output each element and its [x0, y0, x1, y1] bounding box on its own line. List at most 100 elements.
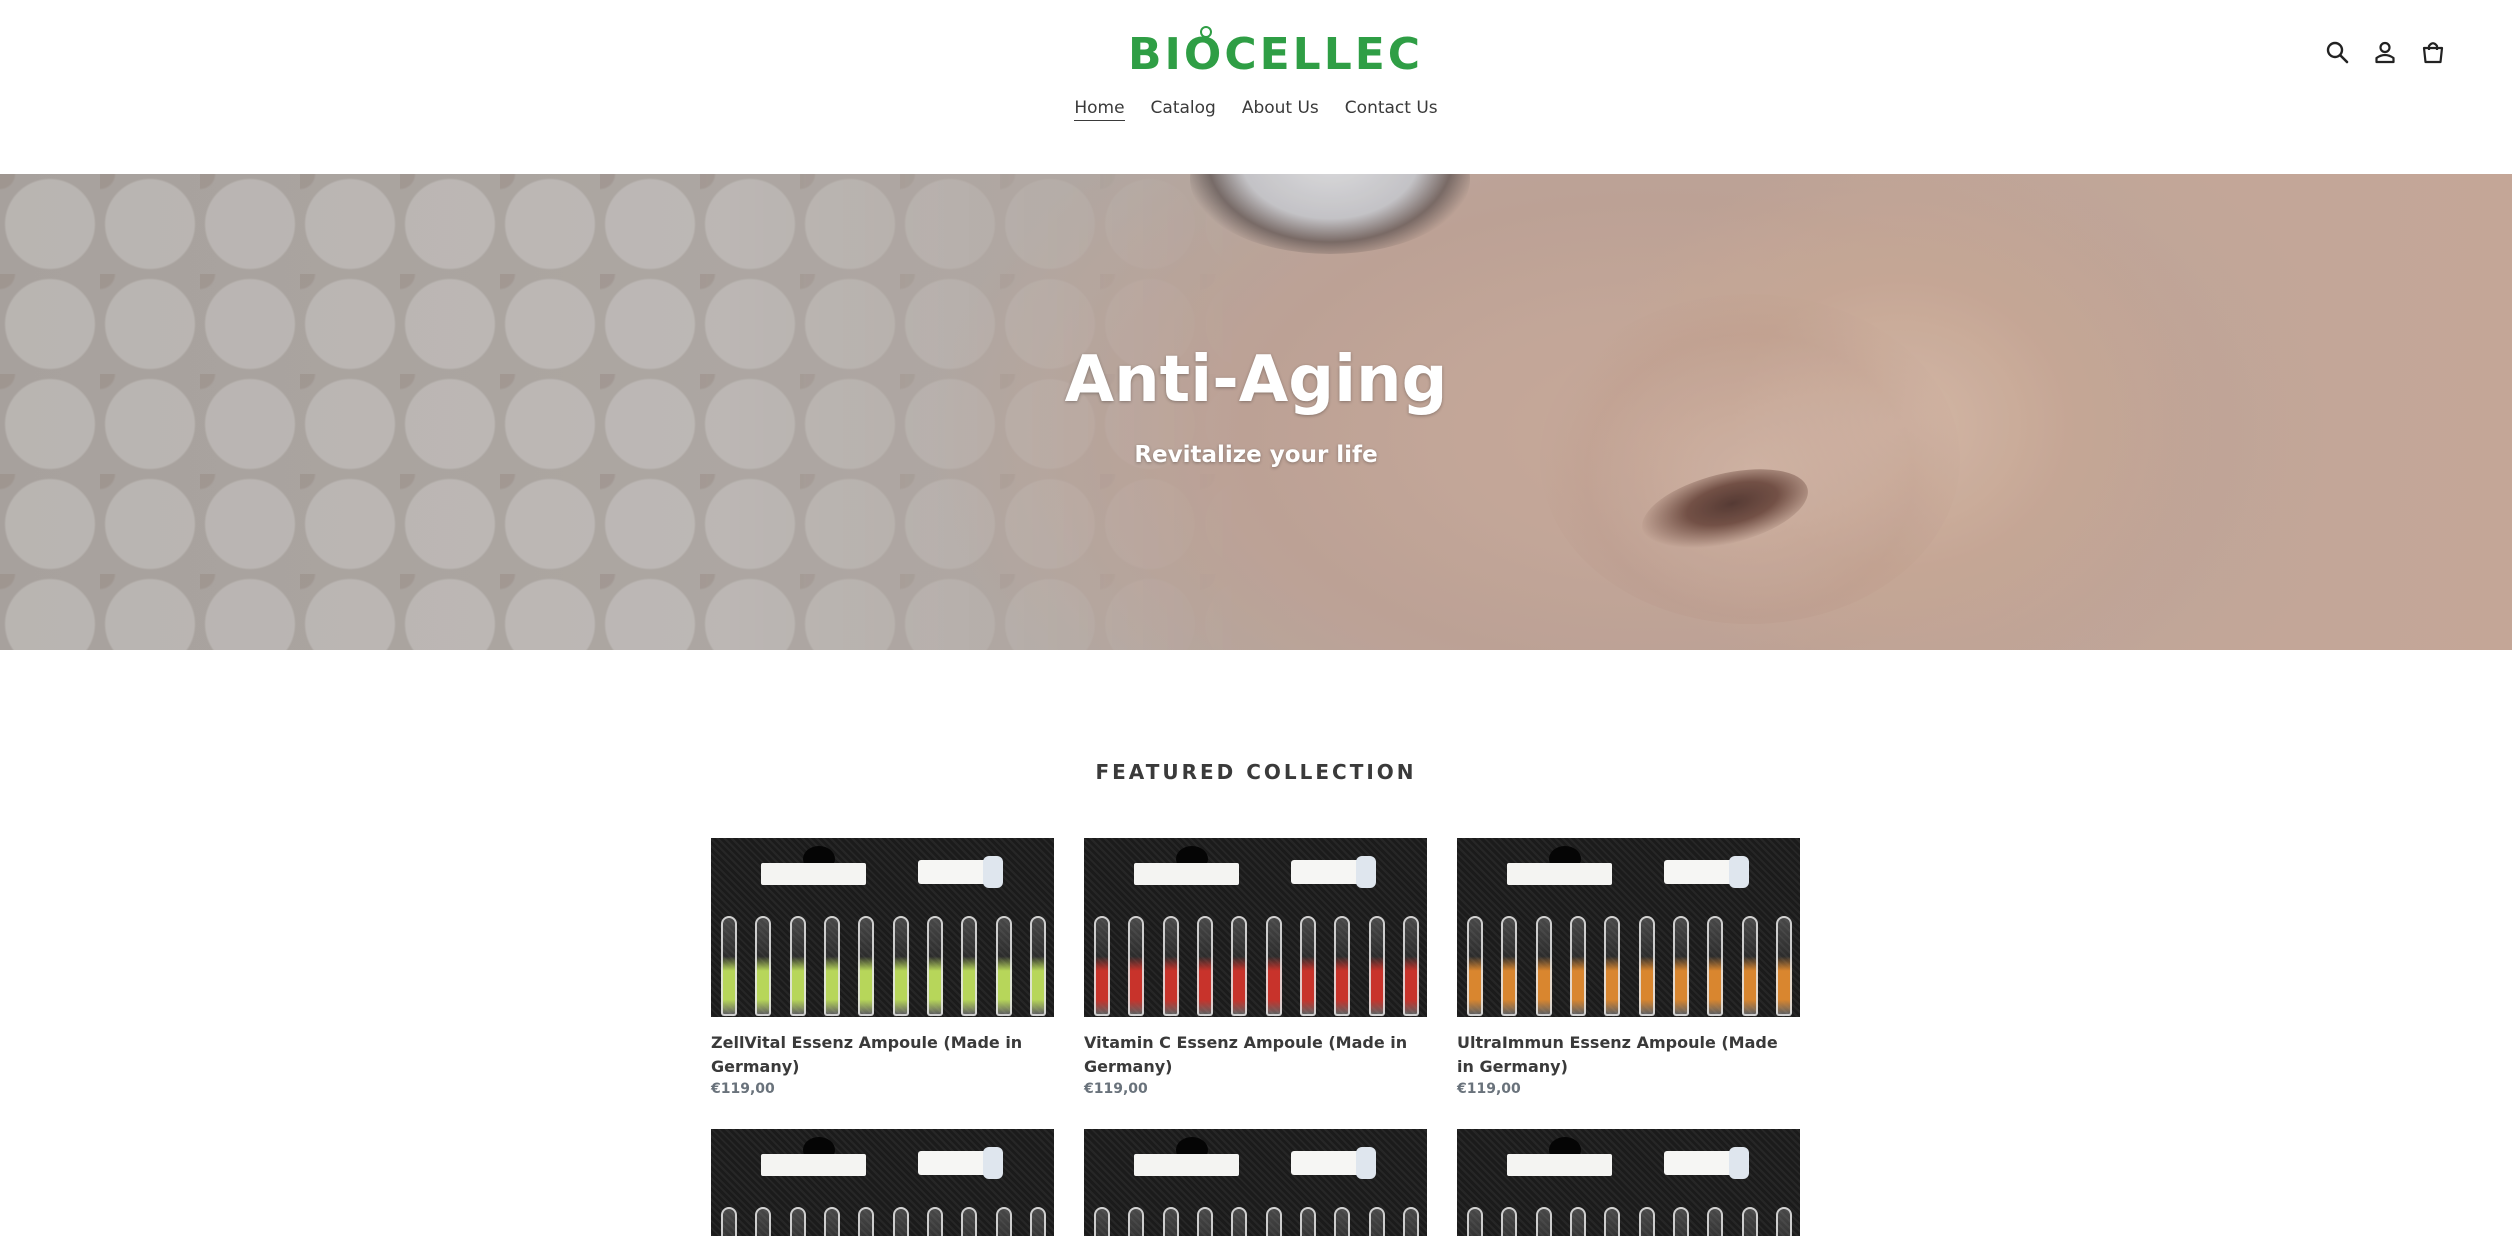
ampoule	[1265, 1207, 1282, 1236]
ampoule	[1775, 916, 1792, 1016]
product-card[interactable]: UltraImmun Essenz Ampoule (Made in Germa…	[1457, 838, 1800, 1097]
product-price: €119,00	[1084, 1081, 1148, 1097]
ampoule	[961, 1207, 978, 1236]
product-title[interactable]: ZellVital Essenz Ampoule (Made in German…	[711, 1031, 1054, 1079]
ampoule	[1231, 1207, 1248, 1236]
ampoule	[823, 1207, 840, 1236]
ampoule	[721, 1207, 737, 1236]
hero-subtitle: Revitalize your life	[1134, 442, 1378, 468]
ampoule	[1162, 1207, 1179, 1236]
ampoule	[1638, 1207, 1655, 1236]
ampoule-cap-tip	[1729, 1147, 1749, 1179]
ampoule-cap-flat	[1507, 863, 1612, 885]
ampoule	[1196, 916, 1213, 1016]
ampoule	[1029, 916, 1046, 1016]
ampoule	[1128, 916, 1145, 1016]
ampoule	[1368, 916, 1385, 1016]
ampoule-cap-dropper	[1664, 1151, 1734, 1175]
nav-item-about-us[interactable]: About Us	[1242, 98, 1319, 121]
ampoule	[755, 916, 772, 1016]
hero-banner: Anti-Aging Revitalize your life	[0, 174, 2512, 650]
account-icon[interactable]	[2372, 38, 2398, 66]
ampoule	[858, 1207, 875, 1236]
product-card[interactable]: Vitamin C Essenz Ampoule (Made in German…	[1084, 838, 1427, 1097]
ampoule	[1029, 1207, 1046, 1236]
ampoule-row	[1094, 1207, 1419, 1236]
ampoule	[1467, 916, 1483, 1016]
ampoule-row	[721, 916, 1046, 1016]
ampoule	[1569, 916, 1586, 1016]
ampoule	[1368, 1207, 1385, 1236]
ampoule-cap-flat	[761, 863, 866, 885]
ampoule	[1196, 1207, 1213, 1236]
ampoule	[1265, 916, 1282, 1016]
ampoule	[995, 1207, 1012, 1236]
product-image[interactable]	[1457, 838, 1800, 1017]
ampoule	[1231, 916, 1248, 1016]
product-card[interactable]	[1084, 1129, 1427, 1236]
logo-text: BIOCELLEC	[1128, 26, 1424, 80]
ampoule	[721, 916, 737, 1016]
ampoule	[1604, 916, 1621, 1016]
ampoule-cap-tip	[1356, 856, 1376, 888]
ampoule	[1299, 916, 1316, 1016]
ampoule	[926, 1207, 943, 1236]
product-image[interactable]	[1084, 1129, 1427, 1236]
ampoule-cap-dropper	[1291, 860, 1361, 884]
ampoule-cap-tip	[1729, 856, 1749, 888]
product-card[interactable]	[1457, 1129, 1800, 1236]
ampoule-cap-dropper	[918, 860, 988, 884]
featured-collection-heading: FEATURED COLLECTION	[1095, 760, 1417, 784]
search-icon[interactable]	[2324, 38, 2350, 66]
ampoule	[1672, 1207, 1689, 1236]
ampoule	[1128, 1207, 1145, 1236]
ampoule-row	[1467, 1207, 1792, 1236]
product-title[interactable]: Vitamin C Essenz Ampoule (Made in German…	[1084, 1031, 1427, 1079]
product-image[interactable]	[1084, 838, 1427, 1017]
ampoule	[1707, 1207, 1724, 1236]
ampoule-row	[1467, 916, 1792, 1016]
cart-icon[interactable]	[2420, 38, 2446, 66]
ampoule	[1402, 916, 1419, 1016]
ampoule	[892, 1207, 909, 1236]
product-title[interactable]: UltraImmun Essenz Ampoule (Made in Germa…	[1457, 1031, 1800, 1079]
brand-logo[interactable]: BIOCELLEC	[1128, 26, 1420, 80]
ampoule	[1334, 916, 1351, 1016]
ampoule	[1299, 1207, 1316, 1236]
ampoule-cap-dropper	[1664, 860, 1734, 884]
product-image[interactable]	[711, 1129, 1054, 1236]
product-card[interactable]	[711, 1129, 1054, 1236]
ampoule-cap-flat	[1134, 1154, 1239, 1176]
ampoule	[789, 1207, 806, 1236]
product-card[interactable]: ZellVital Essenz Ampoule (Made in German…	[711, 838, 1054, 1097]
product-image[interactable]	[1457, 1129, 1800, 1236]
main-nav: Home Catalog About Us Contact Us	[0, 98, 2512, 121]
ampoule-row	[721, 1207, 1046, 1236]
ampoule	[926, 916, 943, 1016]
ampoule	[1569, 1207, 1586, 1236]
ampoule	[858, 916, 875, 1016]
ampoule-cap-dropper	[1291, 1151, 1361, 1175]
nav-item-catalog[interactable]: Catalog	[1151, 98, 1216, 121]
ampoule-cap-flat	[1134, 863, 1239, 885]
ampoule	[1638, 916, 1655, 1016]
ampoule	[1672, 916, 1689, 1016]
site-header: BIOCELLEC Home Catalog About Us Contact …	[0, 0, 2512, 174]
ampoule	[1094, 1207, 1110, 1236]
ampoule	[755, 1207, 772, 1236]
ampoule	[1402, 1207, 1419, 1236]
ampoule-cap-flat	[761, 1154, 866, 1176]
product-image[interactable]	[711, 838, 1054, 1017]
ampoule	[961, 916, 978, 1016]
ampoule	[892, 916, 909, 1016]
ampoule	[1604, 1207, 1621, 1236]
header-icons	[2324, 38, 2446, 66]
ampoule	[1162, 916, 1179, 1016]
ampoule	[1741, 1207, 1758, 1236]
nav-item-home[interactable]: Home	[1074, 98, 1125, 121]
ampoule	[995, 916, 1012, 1016]
nav-item-contact-us[interactable]: Contact Us	[1345, 98, 1438, 121]
ampoule-cap-dropper	[918, 1151, 988, 1175]
ampoule	[1741, 916, 1758, 1016]
ampoule-row	[1094, 916, 1419, 1016]
